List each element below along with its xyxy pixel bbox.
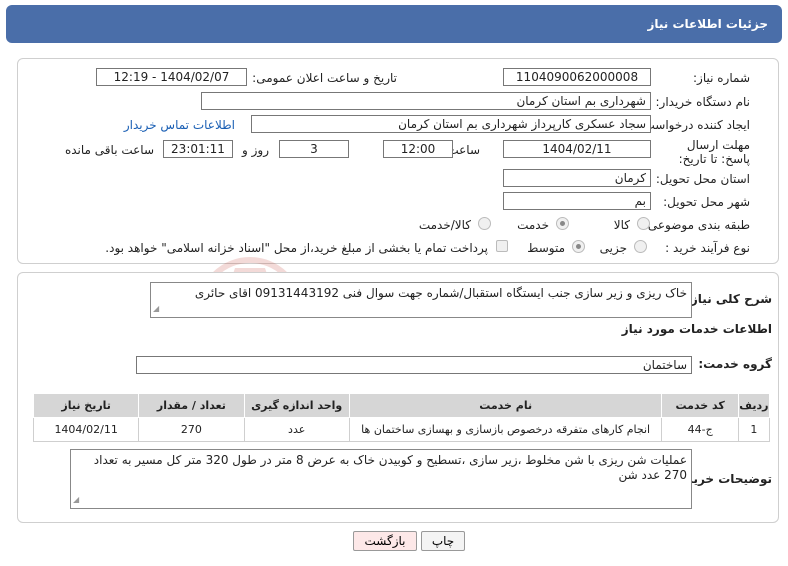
services-table: ردیف کد خدمت نام خدمت واحد اندازه گیری ت… (32, 393, 771, 442)
col-service-name: نام خدمت (348, 393, 663, 418)
requester-field: سجاد عسکری کارپرداز شهرداری بم استان کرم… (251, 115, 651, 133)
deadline-label: مهلت ارسال پاسخ: تا تاریخ: (678, 138, 750, 166)
buyer-contact-link[interactable]: اطلاعات تماس خریدار (124, 118, 235, 132)
province-label: استان محل تحویل: (655, 172, 750, 186)
province-field: کرمان (503, 169, 651, 187)
col-quantity: تعداد / مقدار (138, 393, 245, 418)
cell-service-name: انجام کارهای متفرقه درخصوص بازسازی و بهس… (348, 417, 663, 442)
treasury-payment-note: پرداخت تمام یا بخشی از مبلغ خرید،از محل … (105, 241, 488, 255)
deadline-date-field: 1404/02/11 (503, 140, 651, 158)
page-title: جزئیات اطلاعات نیاز (647, 17, 768, 31)
category-goods-service-label: کالا/خدمت (418, 218, 471, 232)
resize-handle-icon[interactable]: ◢ (153, 301, 159, 316)
remaining-days-field: 3 (279, 140, 349, 158)
deadline-time-field: 12:00 (383, 140, 453, 158)
summary-label: شرح کلی نیاز: (686, 292, 772, 306)
process-minor-label: جزیی (599, 241, 627, 255)
buyer-org-label: نام دستگاه خریدار: (655, 95, 751, 109)
cell-quantity: 270 (138, 417, 245, 442)
remaining-time-field: 23:01:11 (163, 140, 233, 158)
process-minor-radio[interactable] (634, 240, 647, 253)
announce-label: تاریخ و ساعت اعلان عمومی: (252, 71, 397, 85)
process-label: نوع فرآیند خرید : (665, 241, 750, 255)
need-number-label: شماره نیاز: (693, 71, 750, 85)
city-field: بم (503, 192, 651, 210)
print-button[interactable]: چاپ (421, 531, 465, 551)
col-service-code: کد خدمت (661, 393, 739, 418)
category-goods-service-radio[interactable] (478, 217, 491, 230)
announce-field: 1404/02/07 - 12:19 (96, 68, 247, 86)
buyer-org-field: شهرداری بم استان کرمان (201, 92, 651, 110)
cell-need-date: 1404/02/11 (32, 417, 140, 442)
col-row-number: ردیف (737, 393, 771, 418)
remaining-days-label: روز و (242, 143, 269, 157)
category-service-radio[interactable] (556, 217, 569, 230)
category-goods-radio[interactable] (637, 217, 650, 230)
need-info-panel: شماره نیاز: 1104090062000008 تاریخ و ساع… (17, 58, 779, 264)
cell-row-number: 1 (737, 417, 771, 442)
city-label: شهر محل تحویل: (663, 195, 750, 209)
table-header-row: ردیف کد خدمت نام خدمت واحد اندازه گیری ت… (32, 393, 771, 418)
col-need-date: تاریخ نیاز (32, 393, 140, 418)
col-unit: واحد اندازه گیری (243, 393, 350, 418)
process-medium-radio[interactable] (572, 240, 585, 253)
treasury-payment-checkbox[interactable] (496, 240, 508, 252)
process-medium-label: متوسط (527, 241, 565, 255)
table-row: 1 ج-44 انجام کارهای متفرقه درخصوص بازساز… (32, 417, 771, 442)
cell-unit: عدد (243, 417, 350, 442)
buyer-notes-field: عملیات شن ریزی با شن مخلوط ،زیر سازی ،تس… (70, 449, 692, 509)
summary-field: خاک ریزی و زیر سازی جنب ایستگاه استقبال/… (150, 282, 692, 318)
category-goods-label: کالا (613, 218, 630, 232)
remaining-time-label: ساعت باقی مانده (64, 143, 154, 157)
resize-handle-icon[interactable]: ◢ (73, 492, 79, 507)
service-group-label: گروه خدمت: (698, 357, 772, 371)
need-number-field: 1104090062000008 (503, 68, 651, 86)
category-label: طبقه بندی موضوعی: (643, 218, 750, 232)
service-group-field: ساختمان (136, 356, 692, 374)
back-button[interactable]: بازگشت (353, 531, 417, 551)
category-service-label: خدمت (517, 218, 549, 232)
buyer-notes-text: عملیات شن ریزی با شن مخلوط ،زیر سازی ،تس… (93, 453, 687, 482)
summary-text: خاک ریزی و زیر سازی جنب ایستگاه استقبال/… (194, 286, 687, 300)
requester-label: ایجاد کننده درخواست: (639, 118, 750, 132)
cell-service-code: ج-44 (661, 417, 739, 442)
services-section-title: اطلاعات خدمات مورد نیاز (621, 322, 772, 336)
page-header: جزئیات اطلاعات نیاز (6, 5, 782, 43)
